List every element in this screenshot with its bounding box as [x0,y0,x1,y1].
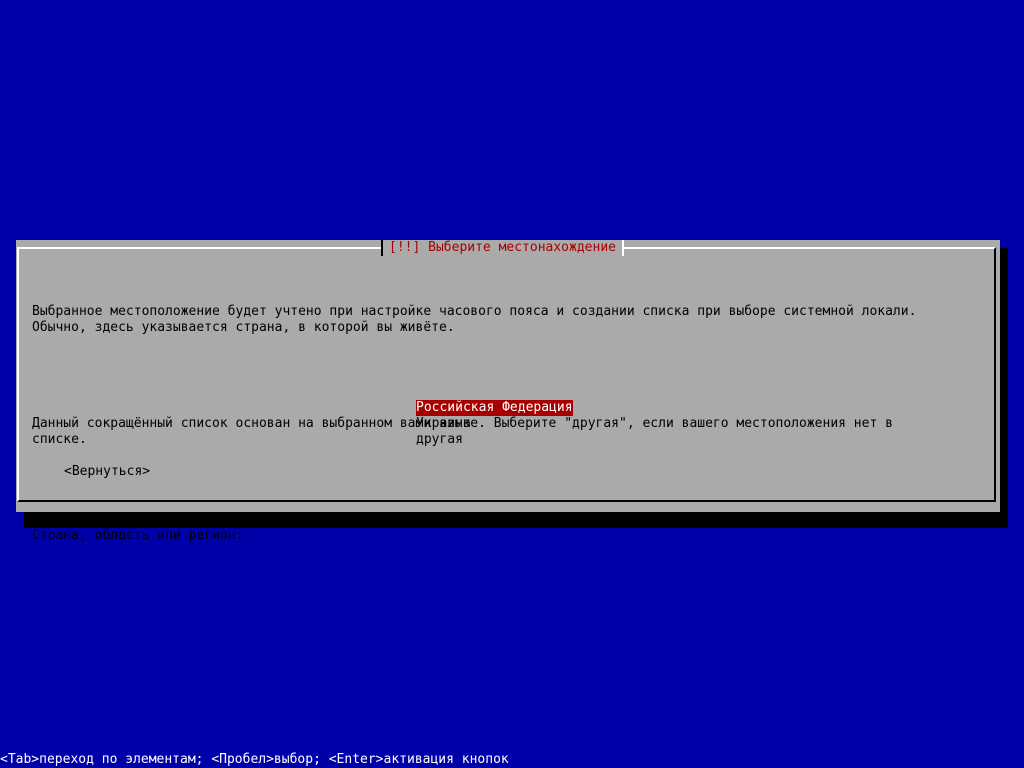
location-dialog: [!!] Выберите местонахождение Выбранное … [16,240,1000,543]
description-paragraph-1: Выбранное местоположение будет учтено пр… [32,304,917,335]
country-option-russia[interactable]: Российская Федерация [416,400,573,416]
country-prompt: Страна, область или регион: [32,528,244,543]
keyboard-help-bar: <Tab>переход по элементам; <Пробел>выбор… [0,752,509,767]
installer-screen: [!!] Выберите местонахождение Выбранное … [0,0,1024,768]
country-option-other[interactable]: другая [416,432,573,448]
country-list[interactable]: Российская Федерация Украина другая [416,400,573,448]
back-button[interactable]: <Вернуться> [64,464,150,480]
country-option-ukraine[interactable]: Украина [416,416,573,432]
dialog-title: [!!] Выберите местонахождение [381,240,624,256]
